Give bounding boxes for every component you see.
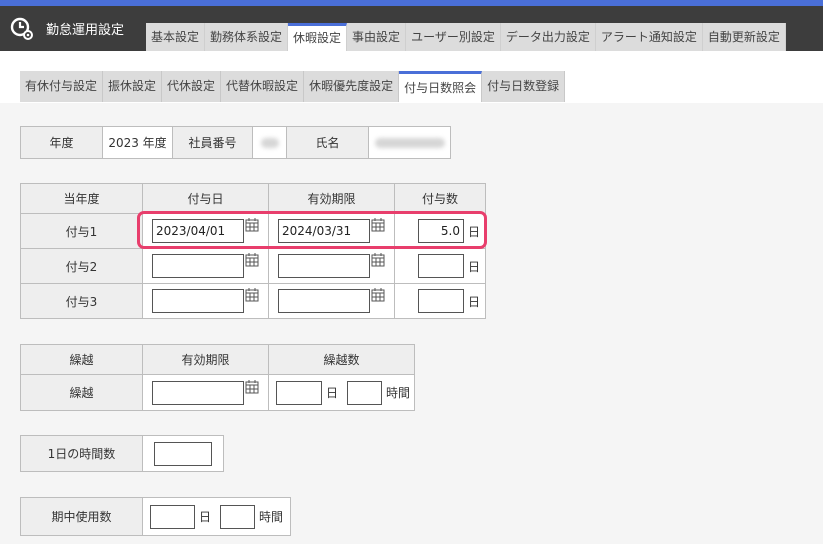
- tab-leave-settings[interactable]: 休暇設定: [288, 23, 348, 51]
- grant-row-3: 付与3 日: [20, 283, 486, 319]
- carry-hours-input[interactable]: [347, 380, 383, 405]
- unit-day-label: 日: [468, 294, 481, 309]
- app-title-text: 勤怠運用設定: [46, 23, 125, 38]
- grant-row-2: 付与2 日: [20, 248, 486, 284]
- calendar-icon[interactable]: [245, 218, 259, 235]
- expiry-input-3[interactable]: [278, 289, 370, 313]
- period-usage-days-input[interactable]: [150, 504, 195, 529]
- grant-date-input-3[interactable]: [152, 289, 244, 313]
- subtab-grant-days-registration[interactable]: 付与日数登録: [482, 71, 566, 102]
- subtab-substitute-holiday[interactable]: 振休設定: [103, 71, 163, 102]
- employee-no-label: 社員番号: [172, 126, 253, 159]
- sub-tab-area: 有休付与設定 振休設定 代休設定 代替休暇設定 休暇優先度設定 付与日数照会 付…: [0, 51, 823, 103]
- calendar-icon[interactable]: [245, 253, 259, 270]
- header-grant-date: 付与日: [142, 183, 269, 214]
- main-tab-bar: 基本設定 勤務体系設定 休暇設定 事由設定 ユーザー別設定 データ出力設定 アラ…: [146, 23, 786, 51]
- header-current-year: 当年度: [20, 183, 143, 214]
- period-usage-hours-input[interactable]: [220, 504, 256, 529]
- hours-per-day-table: 1日の時間数: [20, 435, 224, 472]
- subtab-compensatory-leave[interactable]: 代休設定: [162, 71, 222, 102]
- tab-alert-settings[interactable]: アラート通知設定: [595, 23, 703, 51]
- tab-auto-update-settings[interactable]: 自動更新設定: [702, 23, 786, 51]
- calendar-icon[interactable]: [245, 288, 259, 305]
- subtab-paid-leave-grant[interactable]: 有休付与設定: [20, 71, 104, 102]
- hours-per-day-input[interactable]: [154, 441, 212, 466]
- unit-day-label: 日: [468, 224, 481, 239]
- subtab-leave-priority[interactable]: 休暇優先度設定: [304, 71, 400, 102]
- calendar-icon[interactable]: [371, 288, 385, 305]
- expiry-input-1[interactable]: [278, 219, 370, 243]
- unit-day-label: 日: [199, 510, 212, 524]
- carry-days-input[interactable]: [276, 380, 322, 405]
- app-header: 勤怠運用設定 基本設定 勤務体系設定 休暇設定 事由設定 ユーザー別設定 データ…: [0, 6, 823, 51]
- period-usage-table: 期中使用数 日 時間: [20, 497, 291, 536]
- tab-basic-settings[interactable]: 基本設定: [146, 23, 206, 51]
- unit-day-label: 日: [468, 259, 481, 274]
- header-carry-count: 繰越数: [268, 344, 415, 375]
- calendar-icon[interactable]: [245, 379, 259, 397]
- period-usage-label: 期中使用数: [20, 497, 143, 536]
- grant-row-1: 付与1 日: [20, 213, 486, 249]
- clock-settings-icon: [10, 17, 33, 40]
- grant-row-label: 付与1: [20, 213, 143, 249]
- calendar-icon[interactable]: [371, 253, 385, 270]
- tab-work-schedule-settings[interactable]: 勤務体系設定: [205, 23, 289, 51]
- header-expiry: 有効期限: [268, 183, 395, 214]
- year-label: 年度: [20, 126, 103, 159]
- grant-days-input-3[interactable]: [418, 289, 464, 313]
- year-value: 2023 年度: [102, 126, 173, 159]
- sub-tab-bar: 有休付与設定 振休設定 代休設定 代替休暇設定 休暇優先度設定 付与日数照会 付…: [20, 71, 566, 102]
- subtab-grant-days-inquiry[interactable]: 付与日数照会: [399, 71, 483, 102]
- carryover-row-label: 繰越: [20, 374, 143, 411]
- header-grant-days: 付与数: [394, 183, 486, 214]
- hours-per-day-label: 1日の時間数: [20, 435, 143, 472]
- grant-table: 当年度 付与日 有効期限 付与数 付与1 日 付与2 日 付与3 日: [20, 183, 486, 319]
- tab-data-export-settings[interactable]: データ出力設定: [500, 23, 596, 51]
- grant-days-input-1[interactable]: [418, 219, 464, 243]
- grant-date-input-1[interactable]: [152, 219, 244, 243]
- app-title: 勤怠運用設定: [10, 6, 124, 51]
- calendar-icon[interactable]: [371, 218, 385, 235]
- header-carry-expiry: 有効期限: [142, 344, 269, 375]
- employee-info-table: 年度 2023 年度 社員番号 氏名: [20, 126, 451, 159]
- name-label: 氏名: [286, 126, 369, 159]
- unit-day-label: 日: [326, 386, 339, 400]
- grant-row-label: 付与3: [20, 283, 143, 319]
- carry-expiry-input[interactable]: [152, 380, 244, 405]
- carryover-table: 繰越 有効期限 繰越数 繰越 日 時間: [20, 344, 415, 411]
- tab-reason-settings[interactable]: 事由設定: [347, 23, 407, 51]
- unit-hour-label: 時間: [259, 510, 284, 524]
- subtab-alternative-leave[interactable]: 代替休暇設定: [221, 71, 305, 102]
- tab-user-settings[interactable]: ユーザー別設定: [406, 23, 501, 51]
- grant-days-input-2[interactable]: [418, 254, 464, 278]
- expiry-input-2[interactable]: [278, 254, 370, 278]
- name-value: [368, 126, 451, 159]
- header-carryover: 繰越: [20, 344, 143, 375]
- grant-date-input-2[interactable]: [152, 254, 244, 278]
- grant-row-label: 付与2: [20, 248, 143, 284]
- employee-no-value: [252, 126, 287, 159]
- unit-hour-label: 時間: [386, 386, 411, 400]
